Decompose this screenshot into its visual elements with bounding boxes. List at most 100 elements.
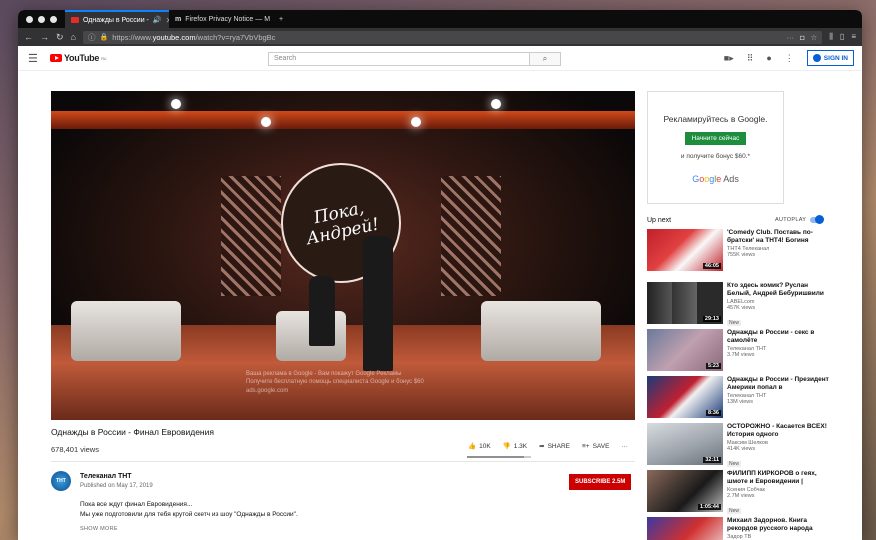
apps-grid-icon[interactable]: ⠿ — [747, 53, 754, 64]
home-icon[interactable]: ⌂ — [71, 32, 76, 42]
video-title[interactable]: 'Comedy Club. Поставь по-братски' на ТНТ… — [727, 229, 831, 245]
tab-privacy[interactable]: m Firefox Privacy Notice — M ✕ — [169, 10, 273, 28]
view-count: 3.7M views — [727, 352, 755, 359]
video-thumbnail[interactable]: 32:11 — [647, 423, 723, 465]
autoplay-control[interactable]: AUTOPLAY — [775, 215, 825, 224]
ad-cta-button[interactable]: Начните сейчас — [684, 132, 747, 145]
video-thumbnail[interactable]: 46:05 — [647, 229, 723, 271]
tab-bar: Однажды в России - 🔊 ✕ m Firefox Privacy… — [18, 10, 862, 28]
stage-panel-left — [221, 176, 281, 296]
youtube-logo[interactable]: YouTube RU — [50, 53, 107, 63]
view-count: 678,401 views — [51, 445, 99, 454]
messages-icon[interactable]: ● — [766, 53, 771, 63]
video-thumbnail[interactable]: 1:05:44 — [647, 470, 723, 512]
autoplay-toggle[interactable] — [810, 215, 825, 224]
settings-dots-icon[interactable]: ⋮ — [785, 53, 794, 64]
duration-badge: 29:13 — [702, 316, 721, 322]
stage-light — [491, 99, 501, 109]
minimize-window-button[interactable] — [38, 15, 45, 23]
forward-icon[interactable]: → — [40, 32, 49, 42]
video-info: Михаил Задорнов. Книга рекордов русского… — [727, 517, 831, 540]
video-thumbnail[interactable]: 5:23 — [647, 329, 723, 371]
create-video-icon[interactable]: ■▸ — [724, 53, 734, 64]
sidebar-icon[interactable]: ▯ — [840, 32, 844, 42]
recommended-video[interactable]: Михаил Задорнов. Книга рекордов русского… — [647, 517, 831, 540]
stage-panel-right — [441, 176, 501, 296]
google-ad[interactable]: Рекламируйтесь в Google. Начните сейчас … — [647, 91, 784, 204]
thumbs-up-icon: 👍 — [468, 443, 477, 450]
video-title: Однажды в России - Финал Евровидения — [51, 427, 214, 437]
share-button[interactable]: ➦ SHARE — [539, 442, 570, 451]
new-badge: New — [727, 320, 742, 327]
video-info: Кто здесь комик? Руслан Белый, Андрей Бе… — [727, 282, 831, 329]
show-more-button[interactable]: SHOW MORE — [80, 526, 118, 532]
view-count: 2.7M views — [727, 493, 755, 500]
url-bar[interactable]: ⓘ 🔒 https://www.youtube.com/watch?v=rya7… — [82, 30, 823, 44]
channel-avatar[interactable]: ТНТ — [51, 471, 71, 491]
search-input[interactable]: Search — [268, 52, 530, 66]
video-info: ОСТОРОЖНО - Касается ВСЕХ! История одног… — [727, 423, 831, 470]
view-count: 414K views — [727, 446, 756, 453]
video-actions: 👍 10K 👎 1.3K ➦ SHARE ≡+ SAVE ··· — [468, 442, 628, 451]
channel-name[interactable]: Телеканал ТНТ — [80, 473, 132, 480]
lock-icon[interactable]: 🔒 — [99, 33, 108, 41]
account-icon — [812, 54, 821, 62]
divider — [51, 461, 635, 462]
info-icon[interactable]: ⓘ — [88, 32, 96, 43]
playlist-add-icon: ≡+ — [582, 442, 590, 450]
standing-man — [363, 236, 393, 371]
recommended-video[interactable]: 1:05:44 ФИЛИПП КИРКОРОВ о геях, шмоте и Е… — [647, 470, 831, 517]
browser-window: Однажды в России - 🔊 ✕ m Firefox Privacy… — [18, 10, 862, 540]
watch-page: Пока, Андрей! Ваша реклама в Google - Ва… — [18, 71, 862, 540]
recommended-video[interactable]: 8:36 Однажды в России - Президент Америки… — [647, 376, 831, 420]
more-actions-icon[interactable]: ··· — [621, 443, 628, 450]
save-button[interactable]: ≡+ SAVE — [582, 443, 609, 450]
video-title[interactable]: Однажды в России - секс в самолёте — [727, 329, 831, 345]
view-count: 13M views — [727, 399, 753, 406]
speaker-icon[interactable]: 🔊 — [153, 16, 162, 24]
back-icon[interactable]: ← — [24, 32, 33, 42]
stage-light — [171, 99, 181, 109]
video-thumbnail[interactable]: 29:13 — [647, 282, 723, 324]
guide-menu-icon[interactable]: ☰ — [28, 52, 50, 65]
video-info: ФИЛИПП КИРКОРОВ о геях, шмоте и Евровиде… — [727, 470, 831, 517]
google-ads-logo: Google Ads — [692, 174, 739, 184]
youtube-favicon-icon — [71, 17, 79, 23]
mozilla-favicon-icon: m — [175, 15, 182, 23]
new-tab-icon[interactable]: + — [273, 10, 289, 28]
stage-lighting-beam — [51, 111, 635, 129]
subscribe-button[interactable]: SUBSCRIBE 2.5M — [569, 474, 632, 490]
video-title[interactable]: Однажды в России - Президент Америки поп… — [727, 376, 831, 392]
video-title[interactable]: ФИЛИПП КИРКОРОВ о геях, шмоте и Евровиде… — [727, 470, 831, 486]
video-thumbnail[interactable] — [647, 517, 723, 540]
video-title[interactable]: ОСТОРОЖНО - Касается ВСЕХ! История одног… — [727, 423, 831, 439]
close-window-button[interactable] — [26, 15, 33, 23]
tab-youtube[interactable]: Однажды в России - 🔊 ✕ — [65, 10, 169, 28]
url-text: https://www.youtube.com/watch?v=rya7VbVb… — [112, 32, 276, 42]
sign-in-button[interactable]: SIGN IN — [806, 50, 854, 66]
like-button[interactable]: 👍 10K — [468, 442, 491, 451]
new-badge: New — [727, 508, 742, 515]
video-title[interactable]: Кто здесь комик? Руслан Белый, Андрей Бе… — [727, 282, 831, 298]
library-icon[interactable]: ⫼ — [829, 32, 833, 42]
view-count: 457K views — [727, 305, 756, 312]
video-thumbnail[interactable]: 8:36 — [647, 376, 723, 418]
search-button[interactable]: ⌕ — [530, 52, 561, 66]
window-controls — [18, 15, 65, 23]
recommended-video[interactable]: 29:13 Кто здесь комик? Руслан Белый, Андр… — [647, 282, 831, 329]
video-title[interactable]: Михаил Задорнов. Книга рекордов русского… — [727, 517, 831, 533]
page-actions-icon[interactable]: ··· — [786, 33, 794, 42]
dislike-button[interactable]: 👎 1.3K — [503, 442, 527, 451]
recommended-video[interactable]: 46:05 'Comedy Club. Поставь по-братски' н… — [647, 229, 831, 273]
menu-icon[interactable]: ≡ — [851, 32, 856, 42]
ad-overlay[interactable]: Ваша реклама в Google - Вам покажут Goog… — [246, 370, 424, 395]
like-ratio-fill — [467, 456, 524, 458]
recommended-video[interactable]: 32:11 ОСТОРОЖНО - Касается ВСЕХ! История … — [647, 423, 831, 470]
bookmark-star-icon[interactable]: ☆ — [811, 33, 818, 42]
video-player[interactable]: Пока, Андрей! Ваша реклама в Google - Ва… — [51, 91, 635, 420]
recommended-video[interactable]: 5:23 Однажды в России - секс в самолёте Те… — [647, 329, 831, 373]
reload-icon[interactable]: ↻ — [56, 32, 64, 43]
pocket-icon[interactable]: ◘ — [800, 33, 805, 42]
stage-light — [411, 117, 421, 127]
zoom-window-button[interactable] — [50, 15, 57, 23]
